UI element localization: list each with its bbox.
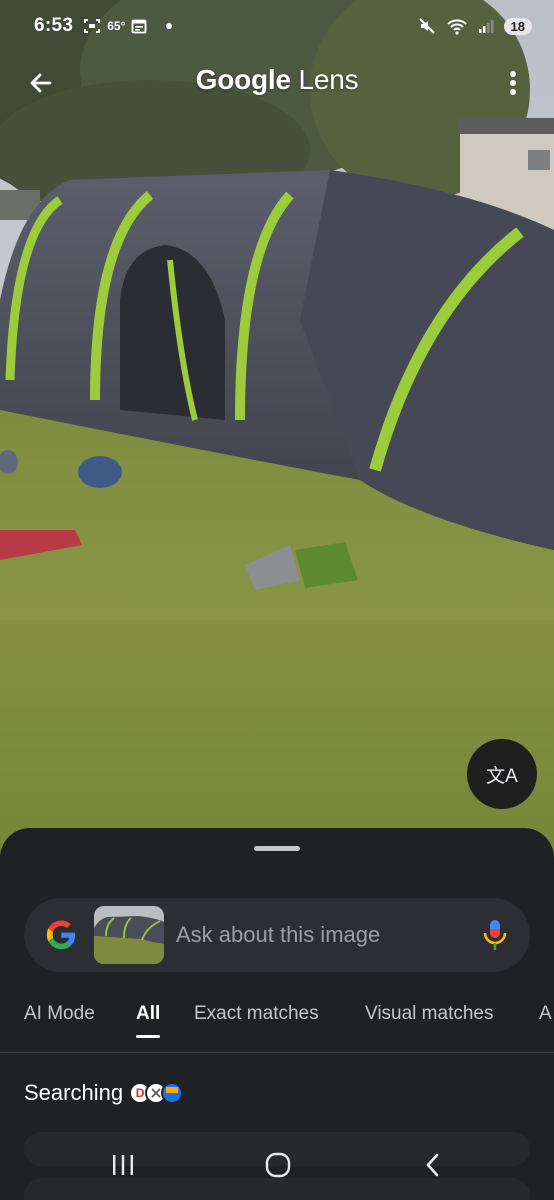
calendar-icon (131, 19, 147, 34)
tab-active-indicator (136, 1035, 160, 1038)
status-right-icons: 18 (418, 17, 532, 35)
translate-icon: 文A (486, 765, 518, 787)
translate-button[interactable]: 文A (467, 739, 537, 809)
sheet-drag-handle[interactable] (254, 846, 300, 851)
recent-apps-button[interactable] (103, 1146, 143, 1184)
status-time: 6:53 (34, 15, 74, 36)
query-image-thumbnail[interactable] (94, 906, 164, 964)
ask-image-search-bar[interactable]: Ask about this image (24, 898, 530, 972)
microphone-icon[interactable] (482, 918, 508, 952)
screenshot-icon (84, 19, 101, 33)
flag-icon (166, 1087, 179, 1099)
more-vert-icon (510, 71, 516, 95)
tab-overflow[interactable]: A (539, 1003, 552, 1025)
tab-ai-mode[interactable]: AI Mode (24, 1003, 95, 1025)
google-g-icon (46, 920, 76, 950)
back-icon (426, 1153, 439, 1177)
system-navigation-bar (0, 1130, 554, 1200)
app-title-brand: Google (195, 64, 291, 95)
favicon-flag (161, 1082, 184, 1104)
ask-image-placeholder: Ask about this image (176, 922, 381, 947)
home-icon (265, 1152, 291, 1178)
recent-apps-icon (113, 1155, 133, 1175)
searching-label: Searching (24, 1080, 124, 1105)
mute-icon (418, 18, 435, 34)
status-bar: 6:53 65° 18 (0, 0, 554, 52)
top-app-bar: Google Lens (0, 52, 554, 114)
app-title-product: Lens (298, 64, 359, 95)
system-back-button[interactable] (413, 1146, 453, 1184)
tent-photo-illustration (0, 0, 554, 860)
searching-status: Searching D (24, 1080, 184, 1106)
home-button[interactable] (258, 1146, 298, 1184)
source-favicons: D (129, 1082, 184, 1104)
lens-photo[interactable] (0, 0, 554, 860)
tent-thumbnail-image (94, 906, 164, 964)
result-tabs: AI Mode All Exact matches Visual matches… (0, 1003, 554, 1053)
app-title: Google Lens (0, 64, 554, 96)
dot-icon (166, 23, 173, 29)
status-temperature: 65° (107, 19, 126, 33)
tab-all[interactable]: All (136, 1003, 160, 1025)
status-left-icons: 65° (83, 18, 175, 34)
tabs-divider (0, 1052, 554, 1053)
signal-icon (478, 20, 494, 33)
tab-visual-matches[interactable]: Visual matches (365, 1003, 494, 1025)
wifi-icon (446, 19, 467, 35)
tab-exact-matches[interactable]: Exact matches (194, 1003, 319, 1025)
more-options-button[interactable] (494, 64, 532, 102)
battery-indicator: 18 (503, 17, 532, 35)
